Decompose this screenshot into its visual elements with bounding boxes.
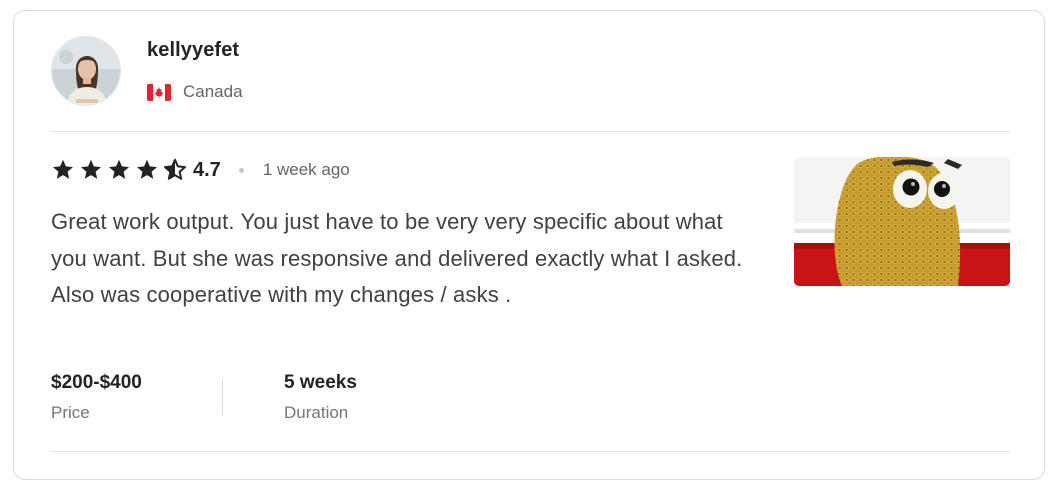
duration-label: Duration [284,403,349,422]
review-image[interactable] [794,157,1010,286]
review-card: kellyyefet Canada 4.7 1 week ago Great w… [13,10,1045,480]
duration-value: 5 weeks [284,372,357,393]
reviewer-country: Canada [147,82,243,102]
star-icon [135,158,159,182]
star-icon [107,158,131,182]
separator-dot [238,167,244,173]
price-info: $200-$400 Price [51,372,142,423]
half-star-icon [163,158,187,182]
meta-divider [222,379,223,415]
review-date: 1 week ago [262,160,350,179]
price-value: $200-$400 [51,372,142,393]
review-text: Great work output. You just have to be v… [51,209,743,307]
canada-flag-icon [147,83,171,101]
star-icon [79,158,103,182]
header-divider [50,131,1010,132]
reviewer-username[interactable]: kellyyefet [147,39,239,62]
country-name: Canada [183,82,243,101]
rating-value: 4.7 [193,158,221,181]
reviewer-avatar[interactable] [51,36,121,106]
star-icon [51,158,75,182]
duration-info: 5 weeks Duration [284,372,357,423]
footer-divider [50,451,1010,452]
avatar-photo [52,37,120,105]
rating-row: 4.7 1 week ago [51,158,350,182]
price-label: Price [51,403,90,422]
crochet-potato-photo [794,157,1010,286]
star-rating [51,158,187,182]
